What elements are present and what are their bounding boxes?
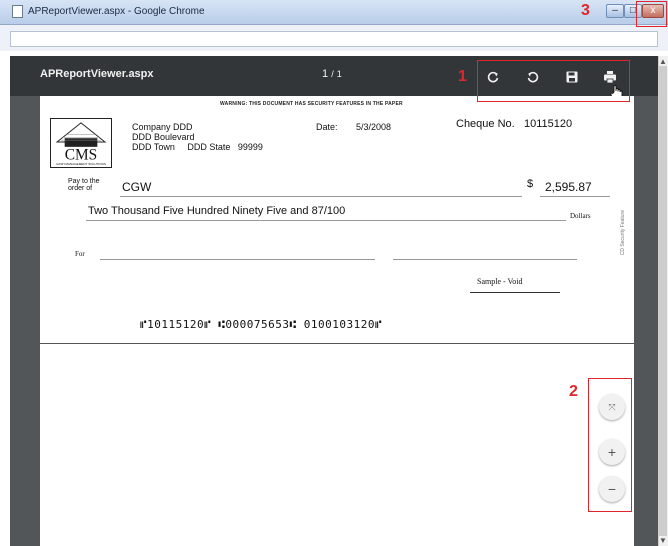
amount-line [540,196,610,197]
currency-symbol: $ [527,178,534,190]
amount-in-words: Two Thousand Five Hundred Ninety Five an… [88,205,346,217]
company-name: Company DDD [132,122,193,132]
memo-label: For [75,250,85,258]
security-side-mark: CD Security Feature [620,210,626,256]
cheque-number-label: Cheque No. [456,118,515,130]
company-zip: 99999 [237,142,263,152]
company-state: DDD State [187,142,231,152]
address-input[interactable] [10,31,658,47]
date-value: 5/3/2008 [356,122,392,132]
dollars-label: Dollars [570,212,591,220]
memo-line [100,259,375,260]
minimize-button[interactable]: – [606,4,624,18]
current-page: 1 [322,68,329,80]
amount-words-line [86,220,566,221]
micr-line: ⑈10115120⑈ ⑆000075653⑆ 0100103120⑈ [140,318,383,331]
company-address: DDD Boulevard [132,132,195,142]
signature-underline [470,292,560,293]
scroll-down-icon[interactable]: ▼ [659,536,667,545]
payee-line [120,196,522,197]
logo-text: CMS [65,146,97,163]
pay-to-line2: order of [68,185,93,192]
company-town-line: DDD Town DDD State 99999 [132,142,263,152]
document-title: APReportViewer.aspx [40,68,154,80]
annotation-box-1 [477,60,630,102]
sample-void-text: Sample - Void [477,277,523,286]
annotation-box-3 [636,1,667,27]
scrollbar-thumb[interactable] [659,66,667,536]
cheque-amount: 2,595.87 [545,180,592,194]
annotation-box-2 [588,378,632,512]
date-label: Date: [316,122,338,132]
page-icon [12,5,23,18]
company-town: DDD Town [132,142,175,152]
cheque-number: 10115120 [524,118,573,130]
signature-line [393,259,577,260]
pay-to-label: Pay to the order of [68,178,100,192]
company-block: Company DDD DDD Boulevard DDD Town DDD S… [132,122,263,152]
annotation-label-1: 1 [458,68,467,85]
logo-subtext: CASH MANAGEMENT SOLUTIONS [56,162,106,166]
window-title: APReportViewer.aspx - Google Chrome [28,6,205,17]
annotation-label-2: 2 [569,383,578,400]
cheque-bottom-border [40,343,634,344]
annotation-label-3: 3 [581,2,590,19]
page-separator: / [331,69,334,79]
security-warning: WARNING: THIS DOCUMENT HAS SECURITY FEAT… [220,101,403,107]
company-logo: CMS CASH MANAGEMENT SOLUTIONS [50,118,112,168]
minimize-icon: – [612,5,618,16]
pay-to-line1: Pay to the [68,178,100,185]
total-pages: 1 [336,69,342,79]
scroll-up-icon[interactable]: ▲ [659,57,667,66]
payee-name: CGW [122,180,152,194]
page-indicator: 1 / 1 [322,68,342,80]
